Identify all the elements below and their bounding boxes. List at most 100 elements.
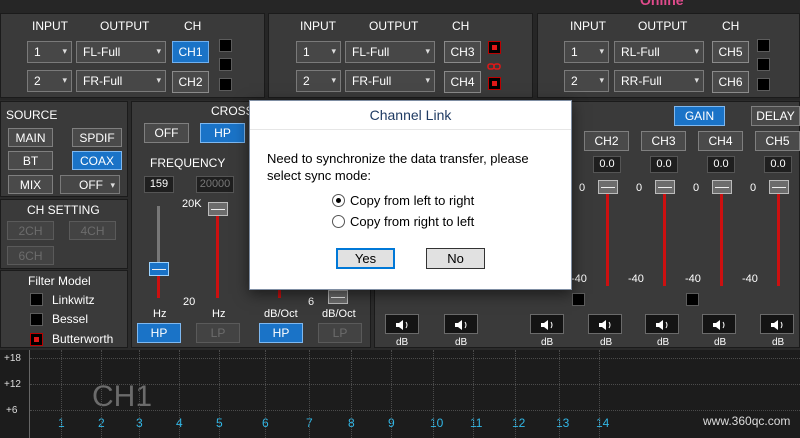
gain-value-ch2[interactable]: 0.0 xyxy=(593,156,621,173)
mute-button-3[interactable] xyxy=(530,314,564,334)
output-select-1[interactable]: FL-Full xyxy=(76,41,166,63)
mute-button-5[interactable] xyxy=(645,314,679,334)
input-select-4[interactable]: 2 xyxy=(296,70,341,92)
ch3-button[interactable]: CH3 xyxy=(444,41,481,63)
input-select-6[interactable]: 2 xyxy=(564,70,609,92)
lp-freq-slider[interactable] xyxy=(208,202,228,216)
mute-button-7[interactable] xyxy=(760,314,794,334)
output-select-3[interactable]: FL-Full xyxy=(345,41,435,63)
output-select-4[interactable]: FR-Full xyxy=(345,70,435,92)
freq-scale-bottom: 20 xyxy=(183,296,196,308)
output-header-3: OUTPUT xyxy=(638,19,688,33)
mute-button-6[interactable] xyxy=(702,314,736,334)
link-toggle-5[interactable] xyxy=(757,39,770,52)
radio-right-to-left[interactable] xyxy=(332,215,345,228)
gain-slider-ch5[interactable] xyxy=(769,180,789,194)
eq-band-gridline xyxy=(473,350,474,438)
crossover-off-button[interactable]: OFF xyxy=(144,123,189,143)
mute-button-1[interactable] xyxy=(385,314,419,334)
ch1-button[interactable]: CH1 xyxy=(172,41,209,63)
gain-ch4-button[interactable]: CH4 xyxy=(698,131,743,151)
phase-toggle-ch2[interactable] xyxy=(572,293,585,306)
dialog-yes-button[interactable]: Yes xyxy=(336,248,395,269)
filter-linkwitz-checkbox[interactable] xyxy=(30,293,43,306)
ch4-button[interactable]: CH4 xyxy=(444,71,481,93)
link-toggle-2[interactable] xyxy=(219,78,232,91)
lp-frequency-value[interactable]: 20000 xyxy=(196,176,234,193)
dialog-no-button[interactable]: No xyxy=(426,248,485,269)
filter-bessel-checkbox[interactable] xyxy=(30,313,43,326)
gain-slider-ch3[interactable] xyxy=(655,180,675,194)
source-main-button[interactable]: MAIN xyxy=(8,128,53,147)
mute-button-4[interactable] xyxy=(588,314,622,334)
filter-butterworth-checkbox[interactable] xyxy=(30,333,43,346)
output-select-6[interactable]: RR-Full xyxy=(614,70,704,92)
source-coax-button[interactable]: COAX xyxy=(72,151,122,170)
lp-slope-button[interactable]: LP xyxy=(318,323,362,343)
output-select-5[interactable]: RL-Full xyxy=(614,41,704,63)
lp-freq-button[interactable]: LP xyxy=(196,323,240,343)
link-toggle-3[interactable] xyxy=(488,41,501,54)
link-toggle-1[interactable] xyxy=(219,39,232,52)
input-header: INPUT xyxy=(32,19,68,33)
hp-hz-label: Hz xyxy=(153,308,167,320)
crossover-hp-button[interactable]: HP xyxy=(200,123,245,143)
eq-band-gridline xyxy=(61,350,62,438)
eq-band-gridline xyxy=(515,350,516,438)
gain-value-ch5[interactable]: 0.0 xyxy=(764,156,792,173)
eq-band-11[interactable]: 11 xyxy=(470,416,482,430)
gain-tab[interactable]: GAIN xyxy=(674,106,725,126)
filter-model-title: Filter Model xyxy=(28,274,91,288)
input-select-3[interactable]: 1 xyxy=(296,41,341,63)
link-toggle-4[interactable] xyxy=(488,77,501,90)
link-toggle-6[interactable] xyxy=(757,78,770,91)
eq-band-gridline xyxy=(391,350,392,438)
radio-right-to-left-label[interactable]: Copy from right to left xyxy=(350,213,474,230)
gain-ch3-button[interactable]: CH3 xyxy=(641,131,686,151)
mute-button-2[interactable] xyxy=(444,314,478,334)
source-bt-button[interactable]: BT xyxy=(8,151,53,170)
hp-frequency-value[interactable]: 159 xyxy=(144,176,174,193)
radio-left-to-right-label[interactable]: Copy from left to right xyxy=(350,192,474,209)
lp-slope-slider[interactable] xyxy=(328,290,348,304)
ch-setting-6ch[interactable]: 6CH xyxy=(7,246,54,265)
ch5-button[interactable]: CH5 xyxy=(712,41,749,63)
hp-slope-button[interactable]: HP xyxy=(259,323,303,343)
link-toggle-1b[interactable] xyxy=(219,58,232,71)
link-toggle-5b[interactable] xyxy=(757,58,770,71)
ch2-button[interactable]: CH2 xyxy=(172,71,209,93)
input-select-2[interactable]: 2 xyxy=(27,70,72,92)
gain-ch2-button[interactable]: CH2 xyxy=(584,131,629,151)
eq-band-10[interactable]: 10 xyxy=(430,416,443,430)
gain-slider-ch2[interactable] xyxy=(598,180,618,194)
output-select-2[interactable]: FR-Full xyxy=(76,70,166,92)
filter-bessel-label: Bessel xyxy=(52,312,89,326)
gain-ch5-button[interactable]: CH5 xyxy=(755,131,800,151)
gain-value-ch3[interactable]: 0.0 xyxy=(650,156,678,173)
hp-dboct-label: dB/Oct xyxy=(264,308,298,320)
delay-tab[interactable]: DELAY xyxy=(751,106,800,126)
gain-scale-top-2: 0 xyxy=(636,182,643,194)
hp-freq-slider[interactable] xyxy=(149,262,169,276)
ch6-button[interactable]: CH6 xyxy=(712,71,749,93)
eq-band-14[interactable]: 14 xyxy=(596,416,609,430)
radio-left-to-right[interactable] xyxy=(332,194,345,207)
link-chain-icon[interactable] xyxy=(487,59,501,70)
eq-band-13[interactable]: 13 xyxy=(556,416,569,430)
input-select-5[interactable]: 1 xyxy=(564,41,609,63)
source-spdif-button[interactable]: SPDIF xyxy=(72,128,122,147)
input-select-1[interactable]: 1 xyxy=(27,41,72,63)
phase-toggle-ch4[interactable] xyxy=(686,293,699,306)
db-label-6: dB xyxy=(714,337,727,348)
gain-value-ch4[interactable]: 0.0 xyxy=(707,156,735,173)
mix-select[interactable]: OFF xyxy=(60,175,120,194)
ch-setting-2ch[interactable]: 2CH xyxy=(7,221,54,240)
frequency-label: FREQUENCY xyxy=(150,156,226,170)
output-header-2: OUTPUT xyxy=(369,19,419,33)
filter-butterworth-label: Butterworth xyxy=(52,332,114,346)
eq-band-12[interactable]: 12 xyxy=(512,416,525,430)
speaker-icon xyxy=(656,320,668,330)
gain-slider-ch4[interactable] xyxy=(712,180,732,194)
ch-setting-4ch[interactable]: 4CH xyxy=(69,221,116,240)
hp-freq-button[interactable]: HP xyxy=(137,323,181,343)
